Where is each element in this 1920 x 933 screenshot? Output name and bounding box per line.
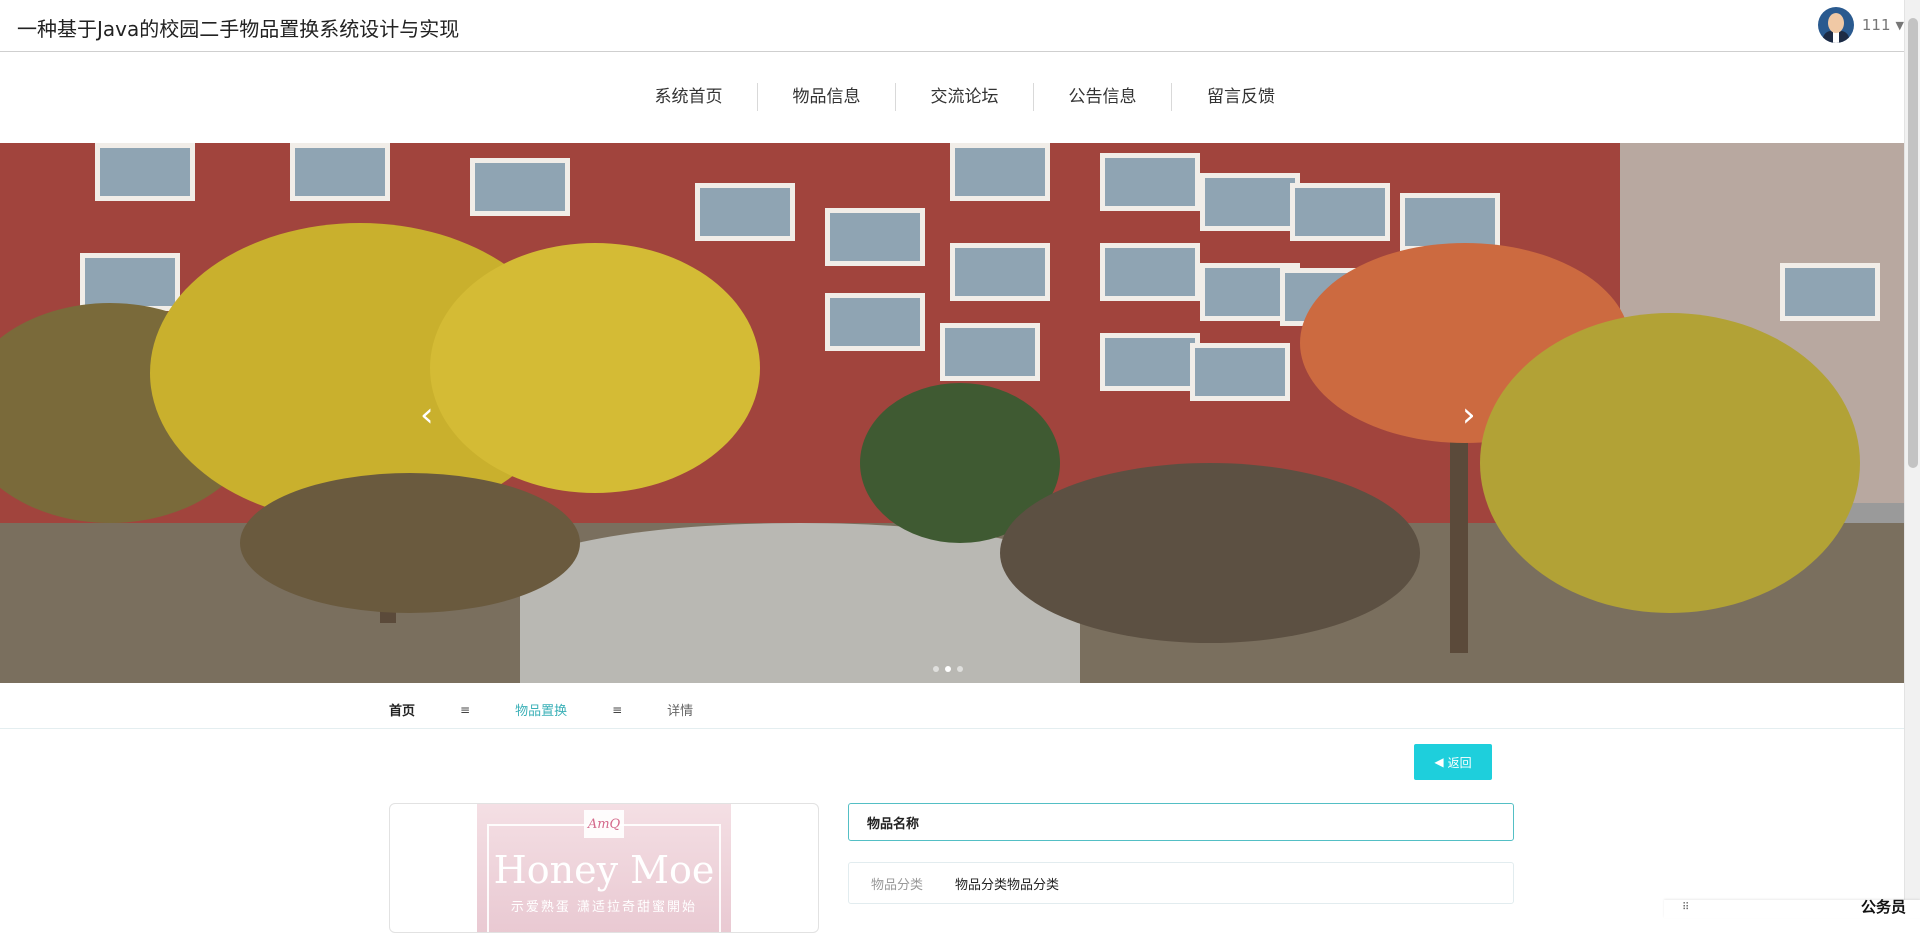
carousel-prev-icon[interactable]: ‹: [420, 395, 434, 435]
nav-item-notices[interactable]: 公告信息: [1034, 83, 1172, 111]
product-image-subtext: 示爱熟蛋 潇适拉奇甜蜜開始: [510, 900, 698, 915]
nav-item-items[interactable]: 物品信息: [758, 83, 896, 111]
carousel-dot-active[interactable]: [945, 666, 951, 672]
breadcrumb-current: 详情: [667, 704, 694, 719]
item-category-value: 物品分类物品分类: [955, 877, 1060, 893]
avatar[interactable]: [1817, 7, 1854, 43]
grip-icon[interactable]: ⠿: [1682, 902, 1689, 913]
main-nav: 系统首页 物品信息 交流论坛 公告信息 留言反馈: [0, 53, 1904, 143]
username[interactable]: 111: [1862, 16, 1891, 34]
product-image-brand: Honey Moe: [493, 848, 715, 892]
scrollbar-thumb[interactable]: [1908, 18, 1918, 468]
product-logo: AmQ: [584, 810, 624, 838]
item-name-label: 物品名称: [867, 816, 920, 832]
caret-down-icon[interactable]: ▼: [1896, 19, 1904, 32]
breadcrumb-section[interactable]: 物品置换: [515, 700, 567, 719]
caret-left-icon: ◀: [1434, 755, 1444, 769]
user-menu[interactable]: 111 ▼: [1817, 6, 1904, 44]
item-category-label: 物品分类: [871, 877, 924, 893]
floating-widget-text: 公务员: [1860, 898, 1906, 916]
carousel-dot[interactable]: [933, 666, 939, 672]
carousel-indicators: [933, 666, 963, 672]
nav-item-forum[interactable]: 交流论坛: [896, 83, 1034, 111]
nav-item-home[interactable]: 系统首页: [620, 83, 758, 111]
banner-carousel: ‹ ›: [0, 143, 1904, 683]
product-image[interactable]: AmQ Honey Moe 示爱熟蛋 潇适拉奇甜蜜開始: [477, 804, 731, 932]
app-title: 一种基于Java的校园二手物品置换系统设计与实现: [17, 17, 460, 41]
item-category-row: 物品分类 物品分类物品分类: [848, 862, 1514, 904]
item-name-field: 物品名称: [848, 803, 1514, 841]
breadcrumb-separator-icon: ≡: [612, 702, 623, 717]
breadcrumb: 首页 ≡ 物品置换 ≡ 详情: [0, 683, 1904, 729]
breadcrumb-home[interactable]: 首页: [389, 700, 415, 719]
back-button-label: 返回: [1447, 755, 1472, 770]
carousel-dot[interactable]: [957, 666, 963, 672]
top-bar: 一种基于Java的校园二手物品置换系统设计与实现 111 ▼: [0, 0, 1904, 52]
product-image-card: AmQ Honey Moe 示爱熟蛋 潇适拉奇甜蜜開始: [389, 803, 819, 933]
nav-item-feedback[interactable]: 留言反馈: [1172, 83, 1310, 111]
back-button[interactable]: ◀ 返回: [1414, 744, 1492, 780]
carousel-next-icon[interactable]: ›: [1462, 395, 1476, 435]
floating-widget: ⠿ 公务员: [1664, 898, 1920, 918]
banner-road: [520, 523, 1080, 683]
breadcrumb-separator-icon: ≡: [460, 702, 471, 717]
page-scrollbar[interactable]: [1904, 0, 1920, 918]
